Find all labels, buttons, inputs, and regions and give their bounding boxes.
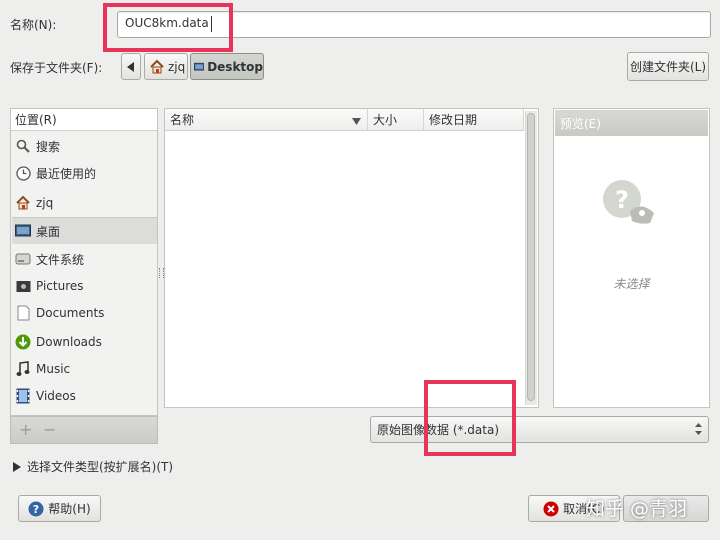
sidebar-item-downloads[interactable]: Downloads [12,329,157,355]
sidebar-item-label: 最近使用的 [36,166,97,181]
desktop-icon [194,62,205,71]
file-type-expander[interactable]: 选择文件类型(按扩展名)(T) [13,458,173,475]
sidebar-item-music[interactable]: Music [12,356,157,382]
places-sidebar: 位置(R) 搜索 最近使用的 zjq 桌面 文件系统 Pictures Docu… [10,108,158,416]
home-icon [150,59,164,73]
preview-header[interactable]: 预览(E) [555,110,708,136]
svg-text:?: ? [33,503,39,516]
sort-down-icon [352,115,361,129]
sidebar-item-documents[interactable]: Documents [12,300,157,326]
music-icon [15,361,31,377]
sidebar-item-home[interactable]: zjq [12,190,157,216]
sidebar-item-label: Videos [36,389,76,403]
column-modified-header[interactable]: 修改日期 [424,109,524,131]
help-icon: ? [28,501,44,516]
svg-text:?: ? [615,186,629,214]
sidebar-item-videos[interactable]: Videos [12,383,157,409]
help-button-label: 帮助(H) [48,502,91,516]
sidebar-item-label: 文件系统 [36,252,85,267]
places-header[interactable]: 位置(R) [11,109,157,131]
file-list-scrollbar[interactable] [525,111,537,405]
column-name-label: 名称 [170,113,195,127]
sidebar-item-pictures[interactable]: Pictures [12,273,157,299]
file-type-expander-label: 选择文件类型(按扩展名)(T) [27,460,174,474]
column-size-header[interactable]: 大小 [368,109,424,131]
combo-arrows-icon [695,422,702,439]
sidebar-item-recent[interactable]: 最近使用的 [12,160,157,186]
crumb-desktop-label: Desktop [207,59,263,74]
remove-bookmark-button[interactable]: − [43,420,56,439]
desktop-icon [15,223,31,239]
sidebar-item-filesystem[interactable]: 文件系统 [12,246,157,272]
name-label: 名称(N): [10,18,57,32]
recent-icon [15,165,31,181]
file-type-combo[interactable]: 原始图像数据 (*.data) [370,416,709,443]
help-button[interactable]: ? 帮助(H) [18,495,101,522]
add-bookmark-button[interactable]: + [19,420,32,439]
preview-empty-text: 未选择 [613,277,650,291]
path-back-button[interactable] [121,53,141,80]
camera-icon [15,278,31,294]
annotation-box-filename [103,3,233,52]
left-arrow-icon [127,61,134,72]
sidebar-item-label: zjq [36,196,54,210]
sidebar-item-label: Music [36,362,71,376]
preview-pane: 预览(E) ? 未选择 [553,108,710,408]
sidebar-item-label: Pictures [36,279,84,293]
file-list[interactable]: 名称 大小 修改日期 [164,108,539,408]
sidebar-item-label: Downloads [36,335,102,349]
crumb-zjq-label: zjq [168,59,186,74]
sidebar-item-label: Documents [36,306,105,320]
crumb-zjq-button[interactable]: zjq [144,53,188,80]
scrollbar-thumb[interactable] [527,113,535,401]
watermark-text: 知乎 @青羽 [586,498,688,520]
sidebar-item-label: 桌面 [36,224,61,239]
crumb-desktop-button[interactable]: Desktop [190,53,264,80]
create-folder-button[interactable]: 创建文件夹(L) [627,52,709,81]
column-name-header[interactable]: 名称 [165,109,368,131]
search-icon [15,138,31,154]
document-icon [15,305,31,321]
expander-arrow-icon [13,461,21,472]
save-in-label: 保存于文件夹(F): [10,61,103,75]
annotation-box-filetype [424,380,516,456]
sidebar-item-search[interactable]: 搜索 [12,133,157,159]
sidebar-item-desktop[interactable]: 桌面 [12,218,157,244]
gimp-question-icon: ? [602,177,658,230]
sidebar-item-label: 搜索 [36,139,61,154]
film-icon [15,388,31,404]
download-icon [15,334,31,350]
drive-icon [15,251,31,267]
cancel-icon [543,501,559,516]
places-toolbar: + − [10,416,158,444]
home-icon [15,195,31,211]
